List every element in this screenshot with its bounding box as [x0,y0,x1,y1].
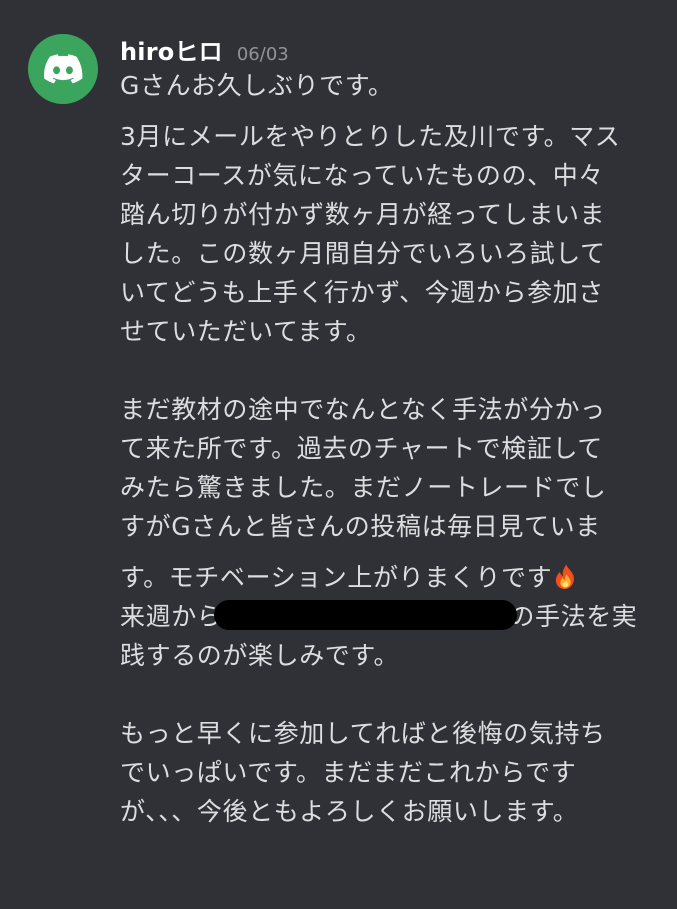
message-line-with-redaction: 来週から の手法を実 [120,597,657,636]
message-text: 来週から [120,602,223,631]
message-text: す。モチベーション上がりまくりです [120,563,553,592]
discord-logo-icon [43,54,83,84]
message-line-with-emoji: す。モチベーション上がりまくりです [120,558,657,597]
message-line: 践するのが楽しみです。 [120,641,400,670]
message-line: 3月にメールをやりとりした及川です。マス [120,122,621,151]
message-line: まだ教材の途中でなんとなく手法が分かっ [120,395,606,424]
message-line: せていただいてます。 [120,317,372,346]
message-content: Gさんお久しぶりです。 3月にメールをやりとりした及川です。マス ターコースが気… [120,66,657,831]
avatar[interactable] [28,34,98,104]
message-timestamp: 06/03 [236,44,289,65]
message-line: もっと早くに参加してればと後悔の気持ち [120,719,606,748]
message-text: の手法を実 [509,602,638,631]
message-line: みたら驚きました。まだノートレードでし [120,473,607,502]
fire-icon [553,563,579,591]
message-line: すがGさんと皆さんの投稿は毎日見ていま [120,512,601,541]
message-line: Gさんお久しぶりです。 [120,71,394,100]
message-line: が、、、今後ともよろしくお願いします。 [120,797,579,826]
message-line: いてどうも上手く行かず、今週から参加さ [120,278,604,307]
message-line: した。この数ヶ月間自分でいろいろ試して [120,239,606,268]
message-line: ターコースが気になっていたものの、中々 [120,161,604,190]
author-name[interactable]: hiroヒロ [120,32,223,67]
message-line: 踏ん切りが付かず数ヶ月が経ってしまいま [120,200,606,229]
message-line: でいっぱいです。まだまだこれからです [120,758,577,787]
redaction-bar [214,600,518,630]
chat-message: hiroヒロ 06/03 Gさんお久しぶりです。 3月にメールをやりとりした及川… [0,0,677,909]
message-header: hiroヒロ 06/03 [120,32,289,67]
message-line: て来た所です。過去のチャートで検証して [120,434,603,463]
